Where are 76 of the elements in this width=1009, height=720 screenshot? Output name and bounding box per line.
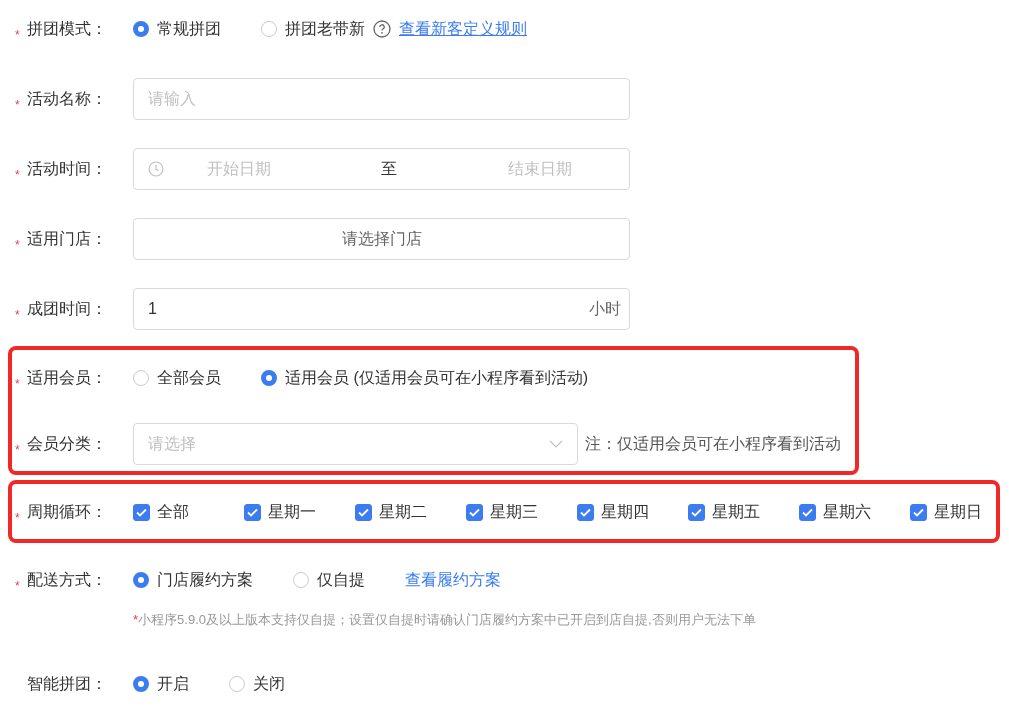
radio-button[interactable] — [229, 676, 245, 692]
radio-button[interactable] — [133, 572, 149, 588]
checkmark-icon — [691, 507, 702, 517]
checkbox-label: 星期四 — [601, 501, 649, 522]
checkbox-label: 星期日 — [934, 501, 982, 522]
field-label: 适用门店： — [27, 228, 107, 249]
radio-button[interactable] — [293, 572, 309, 588]
field-label: 会员分类： — [27, 433, 107, 454]
field-value: 1 — [148, 300, 157, 318]
radio-button[interactable] — [261, 21, 277, 37]
field-label: 周期循环： — [27, 501, 107, 522]
start-date-placeholder: 开始日期 — [206, 158, 273, 179]
checkbox[interactable] — [799, 503, 816, 521]
hint-text: *小程序5.9.0及以上版本支持仅自提；设置仅自提时请确认门店履约方案中已开启到店自提,否则用户无法下单 — [133, 611, 756, 629]
checkbox[interactable] — [355, 503, 372, 521]
radio-label: 关闭 — [253, 673, 285, 694]
link[interactable]: 查看新客定义规则 — [399, 18, 527, 40]
radio-button[interactable] — [133, 370, 149, 386]
field-label: 活动名称： — [27, 88, 107, 109]
checkmark-icon — [136, 507, 147, 517]
chevron-down-icon — [549, 440, 563, 448]
input-field[interactable]: 请输入 — [133, 78, 630, 120]
select-placeholder: 请选择 — [148, 433, 196, 454]
field-label: 适用会员： — [27, 367, 107, 388]
help-icon[interactable] — [373, 20, 391, 38]
required-mark: * — [15, 511, 21, 525]
checkmark-icon — [358, 507, 369, 517]
checkmark-icon — [469, 507, 480, 517]
link[interactable]: 查看履约方案 — [405, 569, 501, 591]
checkbox[interactable] — [910, 503, 927, 521]
required-mark: * — [15, 443, 21, 457]
radio-label: 常规拼团 — [157, 18, 221, 39]
checkbox-label: 星期一 — [268, 501, 316, 522]
checkbox-label: 星期六 — [823, 501, 871, 522]
checkmark-icon — [913, 507, 924, 517]
range-separator: 至 — [380, 158, 399, 179]
date-range-field[interactable]: 开始日期 至 结束日期 — [133, 148, 630, 190]
store-picker[interactable]: 请选择门店 — [133, 218, 630, 260]
end-date-placeholder: 结束日期 — [506, 158, 573, 179]
unit-label: 小时 — [589, 298, 621, 319]
checkbox[interactable] — [466, 503, 483, 521]
field-label: 活动时间： — [27, 158, 107, 179]
required-mark: * — [15, 168, 21, 182]
field-label: 配送方式： — [27, 569, 107, 590]
radio-label: 拼团老带新 — [285, 18, 365, 39]
required-mark: * — [15, 28, 21, 42]
checkbox-label: 星期三 — [490, 501, 538, 522]
required-mark: * — [15, 377, 21, 391]
required-mark: * — [15, 238, 21, 252]
checkbox[interactable] — [244, 503, 261, 521]
radio-button[interactable] — [133, 676, 149, 692]
required-mark: * — [15, 98, 21, 112]
checkmark-icon — [580, 507, 591, 517]
field-label: 成团时间： — [27, 298, 107, 319]
field-label: 拼团模式： — [27, 18, 107, 39]
radio-label: 仅自提 — [317, 569, 365, 590]
checkbox-label: 星期五 — [712, 501, 760, 522]
required-mark: * — [15, 579, 21, 593]
checkbox-label: 星期二 — [379, 501, 427, 522]
checkbox[interactable] — [133, 503, 150, 521]
radio-label: 门店履约方案 — [157, 569, 253, 590]
checkmark-icon — [802, 507, 813, 517]
required-mark: * — [15, 308, 21, 322]
checkbox[interactable] — [688, 503, 705, 521]
radio-label: 开启 — [157, 673, 189, 694]
checkbox[interactable] — [577, 503, 594, 521]
clock-icon — [148, 161, 164, 177]
note-text: 注：仅适用会员可在小程序看到活动 — [585, 433, 841, 454]
radio-button[interactable] — [261, 370, 277, 386]
checkbox-label: 全部 — [157, 501, 189, 522]
field-label: 智能拼团： — [27, 673, 107, 694]
number-field[interactable]: 1 小时 — [133, 288, 630, 330]
radio-button[interactable] — [133, 21, 149, 37]
checkmark-icon — [247, 507, 258, 517]
radio-label: 适用会员 (仅适用会员可在小程序看到活动) — [285, 367, 589, 388]
radio-label: 全部会员 — [157, 367, 221, 388]
